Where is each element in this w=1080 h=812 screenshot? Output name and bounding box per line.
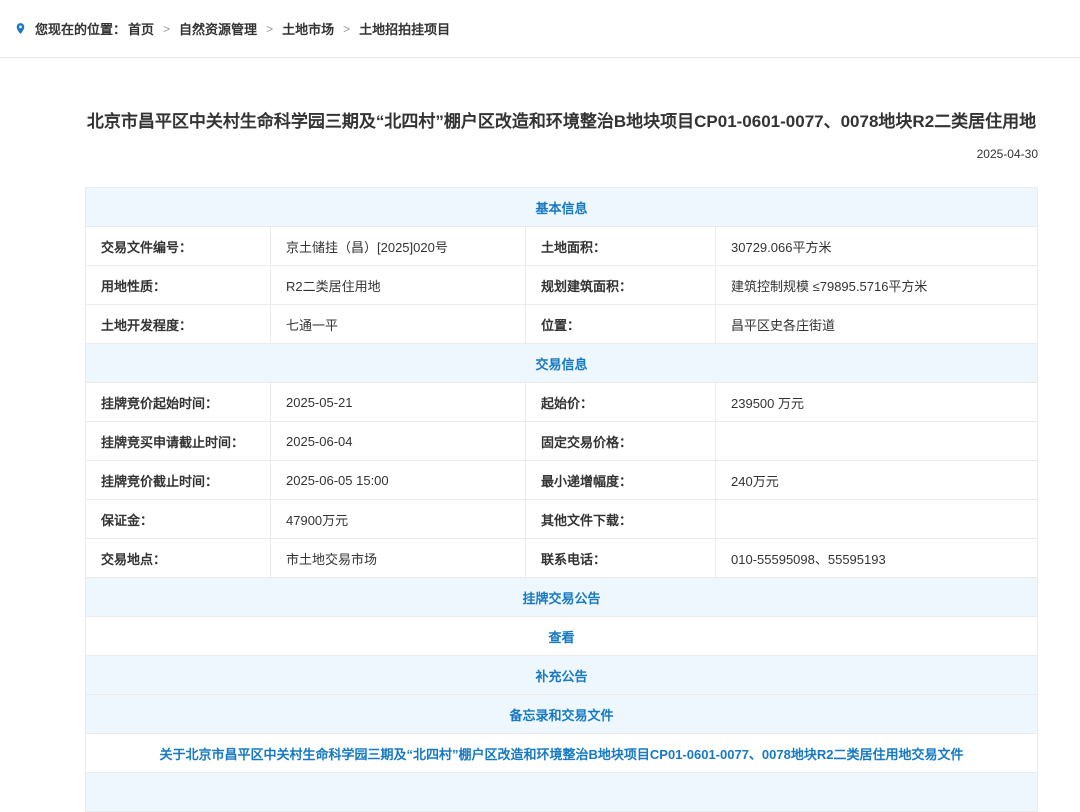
- value-doc-no: 京土储挂（昌）[2025]020号: [271, 227, 526, 266]
- section-header-listing-notice: 挂牌交易公告: [86, 578, 1038, 617]
- table-row: 关于北京市昌平区中关村生命科学园三期及“北四村”棚户区改造和环境整治B地块项目C…: [86, 734, 1038, 773]
- table-row: 补充公告: [86, 656, 1038, 695]
- value-apply-deadline: 2025-06-04: [271, 422, 526, 461]
- label-fixed-price: 固定交易价格：: [526, 422, 716, 461]
- breadcrumb: 您现在的位置： 首页 > 自然资源管理 > 土地市场 > 土地招拍挂项目: [0, 0, 1080, 58]
- value-bid-deadline: 2025-06-05 15:00: [271, 461, 526, 500]
- breadcrumb-separator: >: [163, 22, 170, 36]
- value-planned-building-area: 建筑控制规模 ≤79895.5716平方米: [716, 266, 1038, 305]
- table-row: 用地性质： R2二类居住用地 规划建筑面积： 建筑控制规模 ≤79895.571…: [86, 266, 1038, 305]
- main-content: 北京市昌平区中关村生命科学园三期及“北四村”棚户区改造和环境整治B地块项目CP0…: [85, 58, 1038, 812]
- publish-date: 2025-04-30: [85, 147, 1038, 161]
- table-row: 保证金： 47900万元 其他文件下载：: [86, 500, 1038, 539]
- label-start-price: 起始价：: [526, 383, 716, 422]
- table-row: 交易文件编号： 京土储挂（昌）[2025]020号 土地面积： 30729.06…: [86, 227, 1038, 266]
- value-land-area: 30729.066平方米: [716, 227, 1038, 266]
- section-header-supplementary-notice: 补充公告: [86, 656, 1038, 695]
- label-deposit: 保证金：: [86, 500, 271, 539]
- land-info-table: 基本信息 交易文件编号： 京土储挂（昌）[2025]020号 土地面积： 307…: [85, 187, 1038, 812]
- table-row: 挂牌竞买申请截止时间： 2025-06-04 固定交易价格：: [86, 422, 1038, 461]
- table-row: 挂牌竞价截止时间： 2025-06-05 15:00 最小递增幅度： 240万元: [86, 461, 1038, 500]
- table-row: 挂牌竞价起始时间： 2025-05-21 起始价： 239500 万元: [86, 383, 1038, 422]
- value-start-price: 239500 万元: [716, 383, 1038, 422]
- label-trade-place: 交易地点：: [86, 539, 271, 578]
- value-bid-start-time: 2025-05-21: [271, 383, 526, 422]
- value-trade-place: 市土地交易市场: [271, 539, 526, 578]
- table-row: 基本信息: [86, 188, 1038, 227]
- view-link[interactable]: 查看: [86, 617, 1038, 656]
- table-row: 交易地点： 市土地交易市场 联系电话： 010-55595098、5559519…: [86, 539, 1038, 578]
- label-land-use: 用地性质：: [86, 266, 271, 305]
- label-other-files: 其他文件下载：: [526, 500, 716, 539]
- truncated-row-cell: [86, 773, 1038, 812]
- value-land-use: R2二类居住用地: [271, 266, 526, 305]
- value-fixed-price: [716, 422, 1038, 461]
- value-development-degree: 七通一平: [271, 305, 526, 344]
- label-bid-start-time: 挂牌竞价起始时间：: [86, 383, 271, 422]
- value-other-files: [716, 500, 1038, 539]
- breadcrumb-natural-resources[interactable]: 自然资源管理: [179, 19, 257, 38]
- value-contact-phone: 010-55595098、55595193: [716, 539, 1038, 578]
- label-doc-no: 交易文件编号：: [86, 227, 271, 266]
- label-land-area: 土地面积：: [526, 227, 716, 266]
- label-apply-deadline: 挂牌竞买申请截止时间：: [86, 422, 271, 461]
- breadcrumb-separator: >: [343, 22, 350, 36]
- location-pin-icon: [14, 20, 27, 37]
- label-contact-phone: 联系电话：: [526, 539, 716, 578]
- page-title: 北京市昌平区中关村生命科学园三期及“北四村”棚户区改造和环境整治B地块项目CP0…: [85, 108, 1038, 135]
- breadcrumb-prefix: 您现在的位置：: [35, 19, 126, 38]
- breadcrumb-separator: >: [266, 22, 273, 36]
- label-planned-building-area: 规划建筑面积：: [526, 266, 716, 305]
- breadcrumb-land-market[interactable]: 土地市场: [282, 19, 334, 38]
- table-row: 挂牌交易公告: [86, 578, 1038, 617]
- table-row: 备忘录和交易文件: [86, 695, 1038, 734]
- section-header-trade-info: 交易信息: [86, 344, 1038, 383]
- section-header-basic-info: 基本信息: [86, 188, 1038, 227]
- table-row: 查看: [86, 617, 1038, 656]
- label-min-increment: 最小递增幅度：: [526, 461, 716, 500]
- value-min-increment: 240万元: [716, 461, 1038, 500]
- table-row: 交易信息: [86, 344, 1038, 383]
- label-development-degree: 土地开发程度：: [86, 305, 271, 344]
- label-location: 位置：: [526, 305, 716, 344]
- table-row: 土地开发程度： 七通一平 位置： 昌平区史各庄街道: [86, 305, 1038, 344]
- breadcrumb-land-auction-projects[interactable]: 土地招拍挂项目: [359, 19, 450, 38]
- value-deposit: 47900万元: [271, 500, 526, 539]
- section-header-memo-and-trade-docs: 备忘录和交易文件: [86, 695, 1038, 734]
- value-location: 昌平区史各庄街道: [716, 305, 1038, 344]
- label-bid-deadline: 挂牌竞价截止时间：: [86, 461, 271, 500]
- truncated-next-row: [86, 773, 1038, 812]
- trade-document-link[interactable]: 关于北京市昌平区中关村生命科学园三期及“北四村”棚户区改造和环境整治B地块项目C…: [86, 734, 1038, 773]
- breadcrumb-home[interactable]: 首页: [128, 19, 154, 38]
